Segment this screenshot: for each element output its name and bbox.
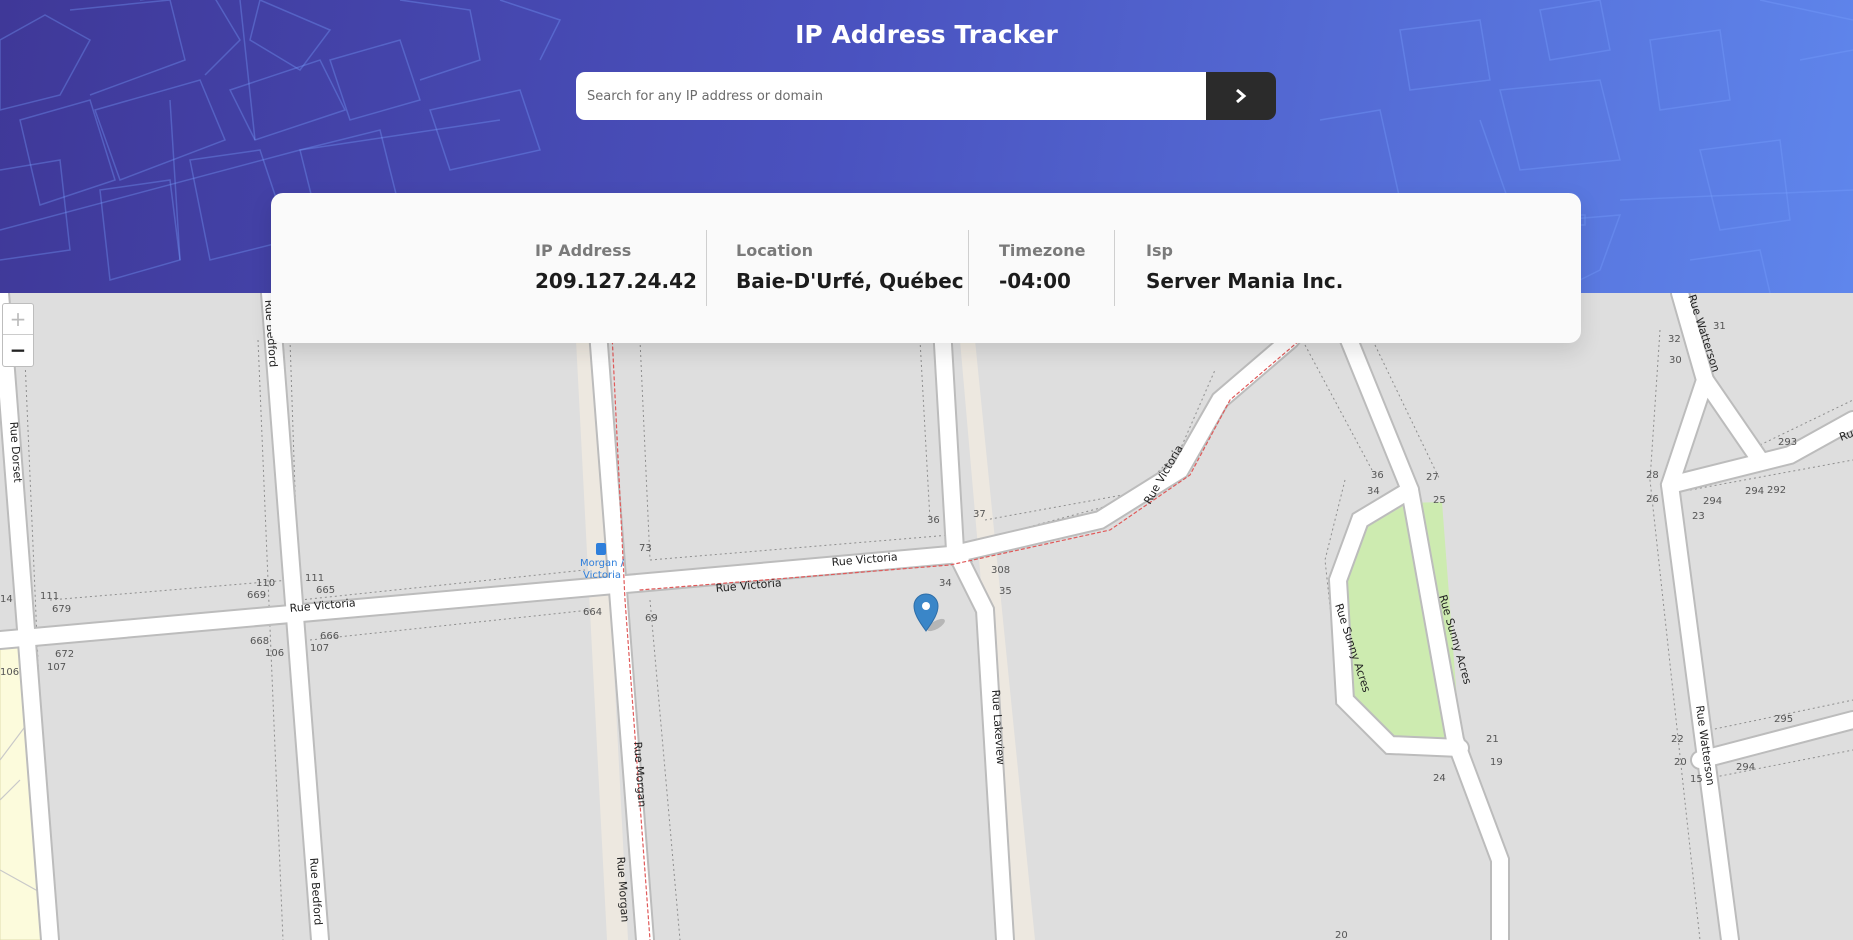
svg-text:37: 37 (973, 509, 986, 520)
svg-text:292: 292 (1767, 485, 1786, 496)
svg-text:107: 107 (310, 643, 329, 654)
map-canvas[interactable]: Rue Victoria Rue Victoria Rue Victoria R… (0, 293, 1853, 940)
svg-text:25: 25 (1433, 495, 1446, 506)
isp-value: Server Mania Inc. (1146, 269, 1344, 293)
svg-text:20: 20 (1674, 757, 1687, 768)
bus-stop-label: Victoria (583, 570, 621, 581)
svg-text:295: 295 (1774, 714, 1793, 725)
search-input[interactable] (576, 72, 1206, 120)
svg-text:30: 30 (1669, 355, 1682, 366)
svg-text:69: 69 (645, 613, 658, 624)
svg-text:672: 672 (55, 649, 74, 660)
divider (968, 230, 969, 306)
ip-address-section: IP Address 209.127.24.42 (535, 241, 697, 293)
svg-text:19: 19 (1490, 757, 1503, 768)
svg-text:665: 665 (316, 585, 335, 596)
svg-text:14: 14 (0, 594, 13, 605)
search-bar (576, 72, 1276, 120)
svg-text:34: 34 (939, 578, 952, 589)
svg-text:28: 28 (1646, 470, 1659, 481)
timezone-section: Timezone -04:00 (999, 241, 1085, 293)
svg-text:294: 294 (1745, 486, 1764, 497)
timezone-value: -04:00 (999, 269, 1071, 293)
svg-text:293: 293 (1778, 437, 1797, 448)
svg-text:294: 294 (1736, 762, 1755, 773)
zoom-control: + − (2, 303, 34, 367)
svg-text:20: 20 (1335, 930, 1348, 940)
svg-text:34: 34 (1367, 486, 1380, 497)
svg-text:106: 106 (265, 648, 284, 659)
svg-text:111: 111 (40, 591, 59, 602)
bus-stop-label: Morgan / (580, 558, 625, 569)
svg-text:15: 15 (1690, 774, 1703, 785)
search-submit-button[interactable] (1206, 72, 1276, 120)
ip-address-label: IP Address (535, 241, 632, 260)
location-value: Baie-D'Urfé, Québec (736, 269, 964, 293)
isp-section: Isp Server Mania Inc. (1146, 241, 1343, 293)
svg-text:73: 73 (639, 543, 652, 554)
divider (1114, 230, 1115, 306)
map[interactable]: Rue Victoria Rue Victoria Rue Victoria R… (0, 293, 1853, 940)
svg-text:666: 666 (320, 631, 339, 642)
svg-text:308: 308 (991, 565, 1010, 576)
svg-text:27: 27 (1426, 472, 1439, 483)
svg-text:26: 26 (1646, 494, 1659, 505)
svg-text:669: 669 (247, 590, 266, 601)
svg-text:36: 36 (927, 515, 940, 526)
svg-text:35: 35 (999, 586, 1012, 597)
svg-text:664: 664 (583, 607, 602, 618)
svg-text:111: 111 (305, 573, 324, 584)
svg-text:23: 23 (1692, 511, 1705, 522)
ip-info-card: IP Address 209.127.24.42 Location Baie-D… (271, 193, 1581, 343)
page-title: IP Address Tracker (795, 20, 1058, 49)
timezone-label: Timezone (999, 241, 1086, 260)
zoom-out-button[interactable]: − (3, 335, 33, 365)
svg-text:36: 36 (1371, 470, 1384, 481)
zoom-in-button[interactable]: + (3, 304, 33, 335)
svg-text:21: 21 (1486, 734, 1499, 745)
ip-address-value: 209.127.24.42 (535, 269, 697, 293)
location-label: Location (736, 241, 813, 260)
bus-stop-icon (596, 543, 606, 555)
svg-text:668: 668 (250, 636, 269, 647)
svg-text:31: 31 (1713, 321, 1726, 332)
svg-text:110: 110 (256, 578, 275, 589)
svg-text:107: 107 (47, 662, 66, 673)
map-pin-icon[interactable] (913, 593, 947, 633)
svg-text:106: 106 (0, 667, 19, 678)
svg-text:294: 294 (1703, 496, 1722, 507)
chevron-right-icon (1236, 89, 1247, 103)
isp-label: Isp (1146, 241, 1173, 260)
divider (706, 230, 707, 306)
svg-text:679: 679 (52, 604, 71, 615)
location-section: Location Baie-D'Urfé, Québec (736, 241, 964, 293)
svg-text:22: 22 (1671, 734, 1684, 745)
svg-text:32: 32 (1668, 334, 1681, 345)
svg-text:24: 24 (1433, 773, 1446, 784)
